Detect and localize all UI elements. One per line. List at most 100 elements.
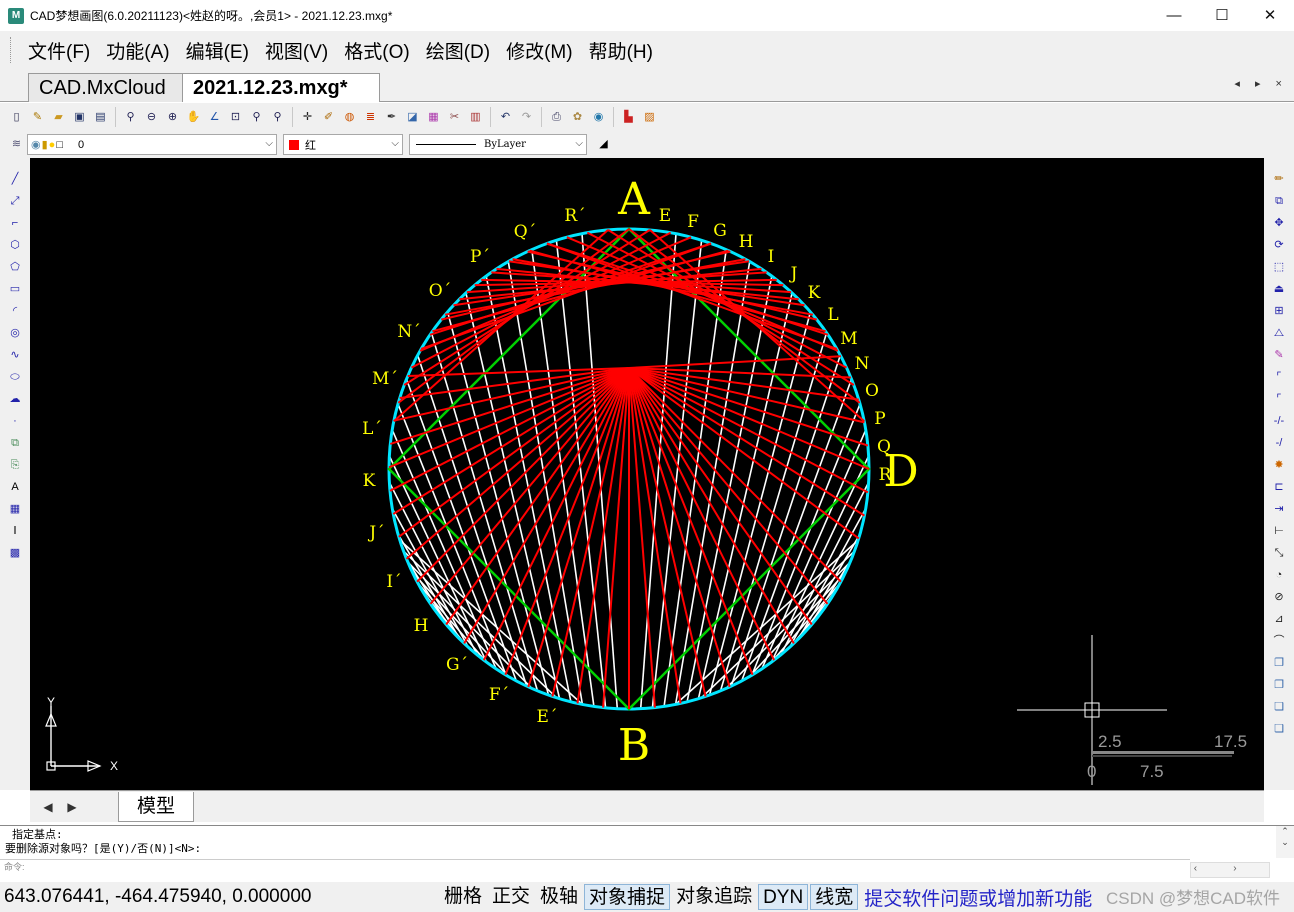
menu-edit[interactable]: 编辑(E) xyxy=(178,37,257,64)
brush-icon[interactable]: ✐ xyxy=(319,108,338,127)
zoom-extents-icon[interactable]: ⊡ xyxy=(226,108,245,127)
copy-icon[interactable]: ⧉ xyxy=(1270,192,1289,211)
pdf-icon[interactable]: ▙ xyxy=(619,108,638,127)
edit-window-icon[interactable]: ◪ xyxy=(403,108,422,127)
layer-front-icon[interactable]: ❏ xyxy=(1270,698,1289,717)
palette-icon[interactable]: ◍ xyxy=(340,108,359,127)
drawing-canvas[interactable]: A B D E F G H I J K L M N O P Q R R´ Q´ P´ O´ N´ M´ L´ K J´ I´ H G´ F… xyxy=(30,158,1264,790)
menu-view[interactable]: 视图(V) xyxy=(257,37,336,64)
feedback-link[interactable]: 提交软件问题或增加新功能 xyxy=(864,884,1092,911)
new-file-icon[interactable]: ▯ xyxy=(7,108,26,127)
text-icon[interactable]: A xyxy=(6,478,25,497)
spline-icon[interactable]: ∿ xyxy=(6,346,25,365)
explode-icon[interactable]: ✸ xyxy=(1270,456,1289,475)
toggle-4[interactable]: 对象追踪 xyxy=(672,884,756,910)
print-icon[interactable]: ⎙ xyxy=(547,108,566,127)
linetype-select[interactable]: ByLayer ⌵ xyxy=(409,134,587,155)
menu-help[interactable]: 帮助(H) xyxy=(581,37,661,64)
layout-next-button[interactable]: ▶ xyxy=(62,797,82,817)
image-icon[interactable]: ▨ xyxy=(640,108,659,127)
zoom-in-icon[interactable]: ⊕ xyxy=(163,108,182,127)
mtext-icon[interactable]: Ⅰ xyxy=(6,522,25,541)
block-icon[interactable]: ⧉ xyxy=(6,434,25,453)
pencil-icon[interactable]: ✏ xyxy=(1270,170,1289,189)
zoom-realtime-icon[interactable]: ⚲ xyxy=(121,108,140,127)
break-icon[interactable]: ⇥ xyxy=(1270,500,1289,519)
lineweight-icon[interactable]: ◢ xyxy=(594,135,613,154)
pentagon-icon[interactable]: ⬠ xyxy=(6,258,25,277)
save-icon[interactable]: ▣ xyxy=(70,108,89,127)
toggle-2[interactable]: 极轴 xyxy=(536,884,582,910)
toggle-6[interactable]: 线宽 xyxy=(810,884,859,910)
array-icon[interactable]: ⊞ xyxy=(1270,302,1289,321)
line-icon[interactable]: ╱ xyxy=(6,170,25,189)
model-tab[interactable]: 模型 xyxy=(118,792,195,822)
chamfer-icon[interactable]: ⌜ xyxy=(1270,390,1289,409)
layer-manager-icon[interactable]: ≋ xyxy=(7,135,26,154)
toolbar-grip[interactable] xyxy=(10,37,14,63)
circle-icon[interactable]: ◎ xyxy=(6,324,25,343)
color-select[interactable]: 红 ⌵ xyxy=(283,134,403,155)
rotate-icon[interactable]: ⟳ xyxy=(1270,236,1289,255)
layers-icon[interactable]: ≣ xyxy=(361,108,380,127)
render-icon[interactable]: ▦ xyxy=(424,108,443,127)
tab-nav-arrows[interactable]: ◂ ▸ × xyxy=(1234,77,1288,90)
menu-file[interactable]: 文件(F) xyxy=(20,37,98,64)
point-icon[interactable]: · xyxy=(6,412,25,431)
dim-linear-icon[interactable]: ⊢ xyxy=(1270,522,1289,541)
zoom-window-icon[interactable]: ⚲ xyxy=(247,108,266,127)
web-icon[interactable]: ◉ xyxy=(589,108,608,127)
undo-icon[interactable]: ↶ xyxy=(496,108,515,127)
minimize-button[interactable]: — xyxy=(1150,0,1198,31)
toggle-0[interactable]: 栅格 xyxy=(440,884,486,910)
rectangle-icon[interactable]: ▭ xyxy=(6,280,25,299)
pan-hand-icon[interactable]: ✋ xyxy=(184,108,203,127)
close-button[interactable]: ✕ xyxy=(1246,0,1294,31)
fillet-icon[interactable]: ⌜ xyxy=(1270,368,1289,387)
toggle-3[interactable]: 对象捕捉 xyxy=(584,884,671,910)
dim-radius-icon[interactable]: ◔ xyxy=(1270,566,1289,585)
erase-icon[interactable]: ✂ xyxy=(445,108,464,127)
menu-draw[interactable]: 绘图(D) xyxy=(418,37,498,64)
layer-select[interactable]: ◉▮●□ 0 ⌵ xyxy=(27,134,277,155)
command-scrollbar[interactable]: ⌃ ⌄ xyxy=(1276,826,1294,858)
dim-angle-icon[interactable]: ⊿ xyxy=(1270,610,1289,629)
mirror-icon[interactable]: ⧍ xyxy=(1270,324,1289,343)
menu-format[interactable]: 格式(O) xyxy=(336,37,417,64)
plugin-icon[interactable]: ✿ xyxy=(568,108,587,127)
toggle-1[interactable]: 正交 xyxy=(488,884,534,910)
revcloud-icon[interactable]: ☁ xyxy=(6,390,25,409)
zoom-previous-icon[interactable]: ⚲ xyxy=(268,108,287,127)
xline-icon[interactable]: ⤢ xyxy=(6,192,25,211)
scale-icon[interactable]: ⬚ xyxy=(1270,258,1289,277)
stamp-icon[interactable]: ⏏ xyxy=(1270,280,1289,299)
trim-icon[interactable]: -/- xyxy=(1270,412,1289,431)
table-icon[interactable]: ▦ xyxy=(6,500,25,519)
open-file-icon[interactable]: ✎ xyxy=(28,108,47,127)
command-input[interactable]: 命令: xyxy=(0,859,1190,879)
polyline-icon[interactable]: ⌐ xyxy=(6,214,25,233)
move-cross-icon[interactable]: ✛ xyxy=(298,108,317,127)
menu-modify[interactable]: 修改(M) xyxy=(498,37,580,64)
match-prop-icon[interactable]: ✒ xyxy=(382,108,401,127)
redo-icon[interactable]: ↷ xyxy=(517,108,536,127)
properties-icon[interactable]: ▥ xyxy=(466,108,485,127)
move-icon[interactable]: ✥ xyxy=(1270,214,1289,233)
arc-icon[interactable]: ◜ xyxy=(6,302,25,321)
hatch-icon[interactable]: ▩ xyxy=(6,544,25,563)
command-hscrollbar[interactable]: ‹ › xyxy=(1190,862,1270,878)
dim-diameter-icon[interactable]: ⊘ xyxy=(1270,588,1289,607)
doc-tab-mxcloud[interactable]: CAD.MxCloud xyxy=(28,73,186,102)
ellipse-icon[interactable]: ⬭ xyxy=(6,368,25,387)
layer-bottom-icon[interactable]: ❐ xyxy=(1270,676,1289,695)
open-folder-icon[interactable]: ▰ xyxy=(49,108,68,127)
paint-icon[interactable]: ✎ xyxy=(1270,346,1289,365)
layer-back-icon[interactable]: ❏ xyxy=(1270,720,1289,739)
polygon-icon[interactable]: ⬡ xyxy=(6,236,25,255)
maximize-button[interactable]: ☐ xyxy=(1198,0,1246,31)
zoom-out-icon[interactable]: ⊖ xyxy=(142,108,161,127)
measure-angle-icon[interactable]: ∠ xyxy=(205,108,224,127)
toggle-5[interactable]: DYN xyxy=(758,884,809,910)
insert-icon[interactable]: ⎘ xyxy=(6,456,25,475)
menu-function[interactable]: 功能(A) xyxy=(98,37,177,64)
